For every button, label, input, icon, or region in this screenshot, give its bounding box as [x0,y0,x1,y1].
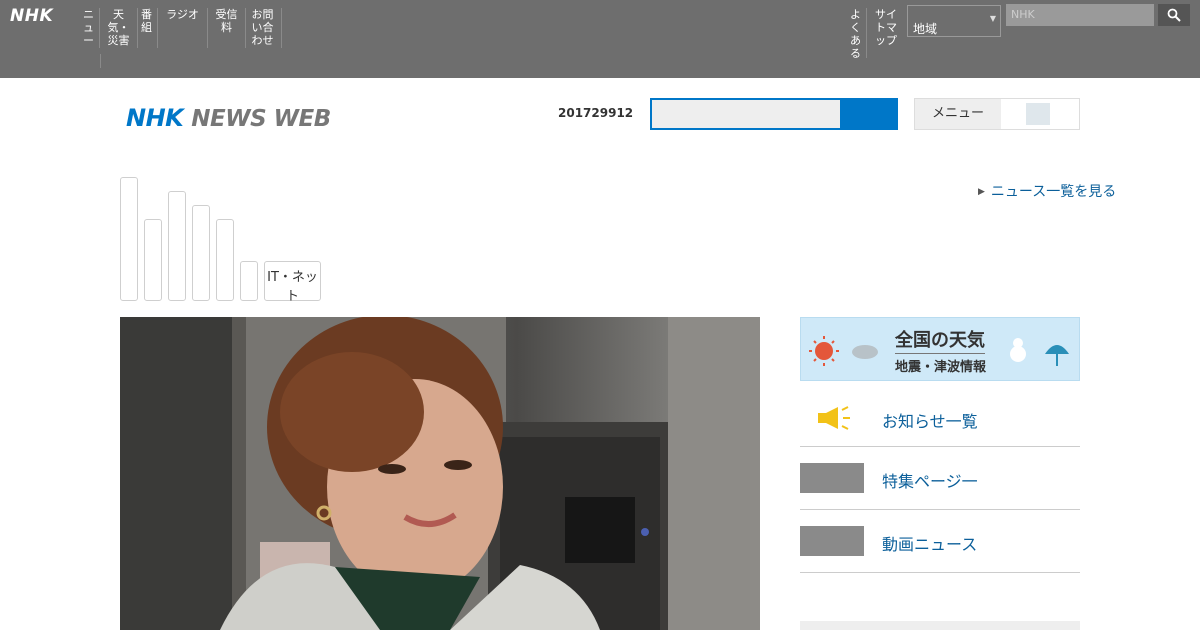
umbrella-icon [1045,345,1069,354]
news-logo-nhk: NHK [126,104,184,132]
genre-tab-5[interactable] [216,219,234,301]
sidebar-item-videos[interactable]: 動画ニュース [800,510,1080,573]
genre-tab-4[interactable] [192,205,210,301]
menu-icon [1026,103,1050,125]
portal-nav-divider [100,54,101,68]
portal-nav-item-4[interactable]: ラジオ [162,8,208,48]
region-select[interactable]: 地域 ▼ [907,5,1001,37]
sidebar-item-label: 動画ニュース [882,535,978,554]
news-web-logo[interactable]: NHK NEWS WEB [126,104,331,132]
portal-nav-item-6[interactable]: お問い合わせ [248,8,282,48]
header-date: 201729912 [558,106,634,120]
article-main-photo[interactable] [120,317,760,630]
region-select-value: 地域 [913,22,938,36]
sidebar-item-notices[interactable]: お知らせ一覧 [800,387,1080,447]
photo-illustration [120,317,760,630]
sidebar-item-label: お知らせ一覧 [882,412,978,431]
portal-search-input[interactable]: NHK [1006,4,1154,26]
search-icon [1167,8,1181,22]
portal-nav-item-5[interactable]: 受信料 [212,8,246,48]
nhk-portal-logo[interactable]: NHK [10,6,53,26]
menu-button[interactable]: メニュー [914,98,1080,130]
sidebar-thumbnail [800,526,864,556]
news-logo-newsweb: NEWS WEB [191,106,331,132]
news-list-link[interactable]: ▶ ニュース一覧を見る [978,181,1116,201]
menu-label: メニュー [915,99,1001,129]
portal-nav-sitemap[interactable]: サイトマップ [871,8,905,48]
news-list-link-label: ニュース一覧を見る [990,184,1117,200]
sidebar-thumbnail [800,463,864,493]
chevron-down-icon: ▼ [989,14,996,23]
megaphone-icon [818,406,850,430]
portal-nav-faq[interactable]: よくある [849,8,867,60]
sidebar-item-features[interactable]: 特集ページ一 [800,447,1080,510]
genre-tab-3[interactable] [168,191,186,301]
portal-bar: NHK ニュース 天気・災害 番組 ラジオ 受信料 お問い合わせ よくある サイ… [0,0,1200,78]
sidebar-next-block [800,621,1080,630]
news-search-button[interactable] [840,98,898,130]
genre-tab-it[interactable]: IT・ネット [264,261,321,304]
portal-nav-item-2[interactable]: 天気・災害 [104,8,138,48]
news-search-input[interactable] [650,98,842,130]
portal-search-button[interactable] [1158,4,1190,26]
cloud-icon [852,345,878,359]
genre-tab-2[interactable] [144,219,162,301]
triangle-right-icon: ▶ [978,187,985,197]
genre-tab-6[interactable] [240,261,258,301]
weather-banner[interactable]: 全国の天気 地震・津波情報 [800,317,1080,381]
genre-tab-1[interactable] [120,177,138,301]
portal-nav-item-3[interactable]: 番組 [140,8,158,48]
sidebar-item-label: 特集ページ一 [882,472,978,491]
sun-icon [815,342,833,360]
snowman-icon [1010,346,1026,362]
weather-title: 全国の天気 [895,326,985,354]
weather-subtitle: 地震・津波情報 [895,360,987,375]
portal-nav-item-1[interactable]: ニュース [82,8,100,48]
